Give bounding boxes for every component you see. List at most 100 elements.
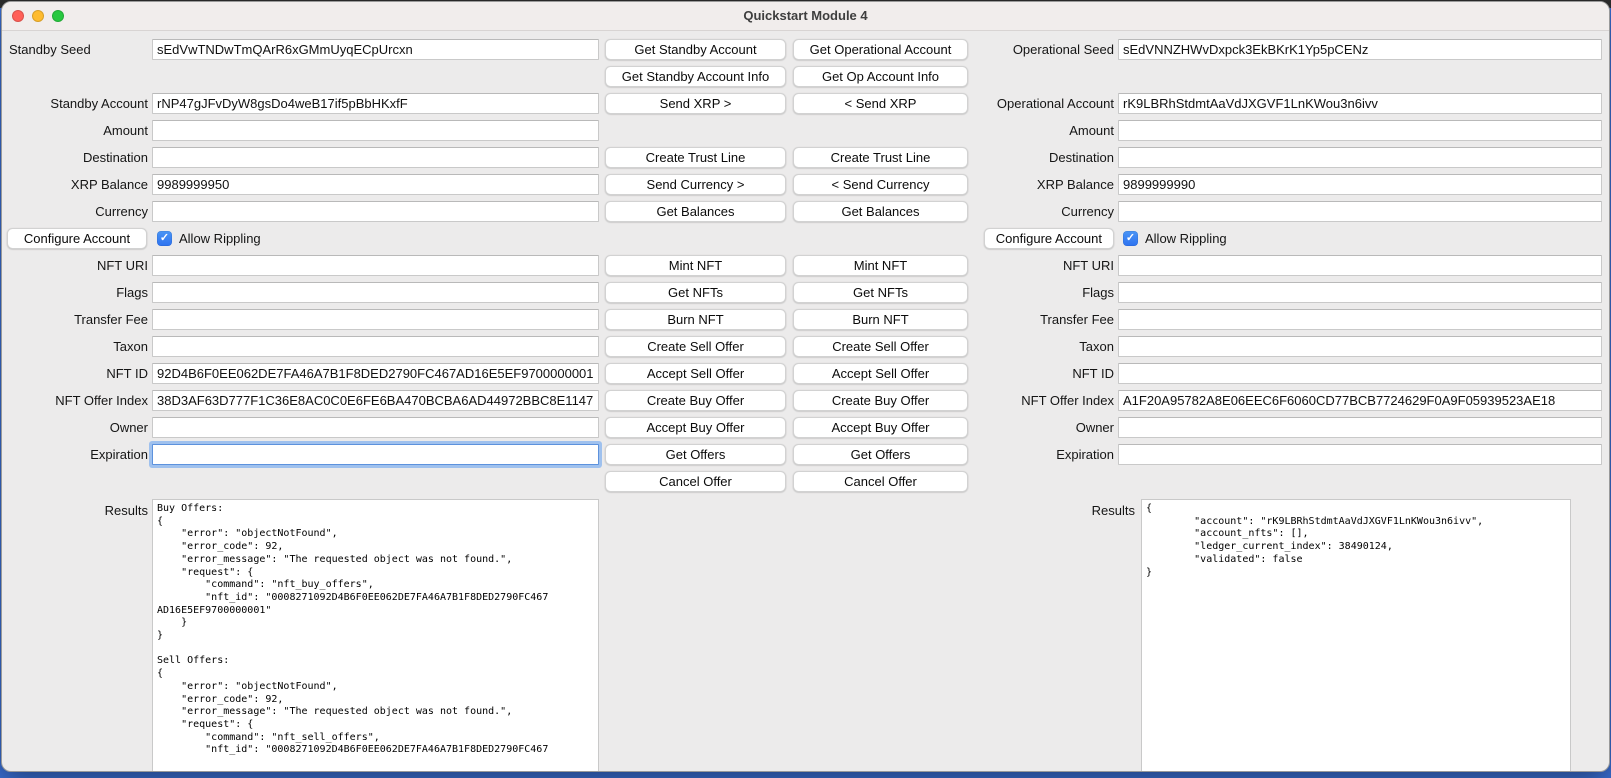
- standby-results-label: Results: [2, 503, 148, 518]
- standby-currency-input[interactable]: [152, 201, 599, 222]
- operational-transfer-fee-label: Transfer Fee: [967, 312, 1114, 327]
- standby-amount-input[interactable]: [152, 120, 599, 141]
- standby-expiration-input[interactable]: [152, 444, 599, 465]
- standby-flags-input[interactable]: [152, 282, 599, 303]
- standby-currency-label: Currency: [2, 204, 148, 219]
- standby-nft-id-input[interactable]: [152, 363, 599, 384]
- standby-get-nfts-button[interactable]: Get NFTs: [605, 282, 786, 303]
- operational-owner-label: Owner: [967, 420, 1114, 435]
- window-title: Quickstart Module 4: [2, 2, 1609, 30]
- operational-send-xrp-button[interactable]: < Send XRP: [793, 93, 968, 114]
- standby-mint-nft-button[interactable]: Mint NFT: [605, 255, 786, 276]
- operational-get-balances-button[interactable]: Get Balances: [793, 201, 968, 222]
- standby-send-currency-button[interactable]: Send Currency >: [605, 174, 786, 195]
- standby-account-label: Standby Account: [2, 96, 148, 111]
- standby-allow-rippling-checkbox[interactable]: ✓: [157, 231, 172, 246]
- operational-amount-label: Amount: [967, 123, 1114, 138]
- operational-account-input[interactable]: [1118, 93, 1602, 114]
- operational-cancel-offer-button[interactable]: Cancel Offer: [793, 471, 968, 492]
- standby-get-offers-button[interactable]: Get Offers: [605, 444, 786, 465]
- operational-amount-input[interactable]: [1118, 120, 1602, 141]
- app-window: Quickstart Module 4 Standby Seed Standby…: [1, 1, 1610, 772]
- operational-nft-offer-index-label: NFT Offer Index: [967, 393, 1114, 408]
- standby-send-xrp-button[interactable]: Send XRP >: [605, 93, 786, 114]
- standby-destination-input[interactable]: [152, 147, 599, 168]
- standby-seed-input[interactable]: [152, 39, 599, 60]
- operational-expiration-label: Expiration: [967, 447, 1114, 462]
- standby-amount-label: Amount: [2, 123, 148, 138]
- standby-panel: Standby Seed Standby Account Amount Dest…: [2, 36, 599, 495]
- standby-nft-offer-index-label: NFT Offer Index: [2, 393, 148, 408]
- operational-account-label: Operational Account: [967, 96, 1114, 111]
- operational-mint-nft-button[interactable]: Mint NFT: [793, 255, 968, 276]
- standby-accept-buy-offer-button[interactable]: Accept Buy Offer: [605, 417, 786, 438]
- operational-accept-buy-offer-button[interactable]: Accept Buy Offer: [793, 417, 968, 438]
- operational-destination-label: Destination: [967, 150, 1114, 165]
- standby-xrp-balance-label: XRP Balance: [2, 177, 148, 192]
- operational-nft-uri-label: NFT URI: [967, 258, 1114, 273]
- operational-send-currency-button[interactable]: < Send Currency: [793, 174, 968, 195]
- standby-seed-label: Standby Seed: [2, 42, 148, 57]
- operational-flags-label: Flags: [967, 285, 1114, 300]
- operational-results-label: Results: [967, 503, 1135, 518]
- operational-allow-rippling-label: Allow Rippling: [1145, 231, 1227, 246]
- standby-xrp-balance-input[interactable]: [152, 174, 599, 195]
- standby-accept-sell-offer-button[interactable]: Accept Sell Offer: [605, 363, 786, 384]
- standby-owner-input[interactable]: [152, 417, 599, 438]
- standby-nft-offer-index-input[interactable]: [152, 390, 599, 411]
- standby-flags-label: Flags: [2, 285, 148, 300]
- operational-currency-label: Currency: [967, 204, 1114, 219]
- get-standby-account-button[interactable]: Get Standby Account: [605, 39, 786, 60]
- standby-nft-uri-input[interactable]: [152, 255, 599, 276]
- operational-create-buy-offer-button[interactable]: Create Buy Offer: [793, 390, 968, 411]
- standby-allow-rippling-label: Allow Rippling: [179, 231, 261, 246]
- operational-create-sell-offer-button[interactable]: Create Sell Offer: [793, 336, 968, 357]
- operational-nft-uri-input[interactable]: [1118, 255, 1602, 276]
- standby-transfer-fee-input[interactable]: [152, 309, 599, 330]
- standby-burn-nft-button[interactable]: Burn NFT: [605, 309, 786, 330]
- get-standby-account-info-button[interactable]: Get Standby Account Info: [605, 66, 786, 87]
- operational-xrp-balance-label: XRP Balance: [967, 177, 1114, 192]
- standby-nft-uri-label: NFT URI: [2, 258, 148, 273]
- operational-panel: Operational Seed Operational Account Amo…: [967, 36, 1602, 495]
- operational-results-text[interactable]: { "account": "rK9LBRhStdmtAaVdJXGVF1LnKW…: [1141, 499, 1571, 771]
- operational-accept-sell-offer-button[interactable]: Accept Sell Offer: [793, 363, 968, 384]
- standby-create-buy-offer-button[interactable]: Create Buy Offer: [605, 390, 786, 411]
- operational-taxon-input[interactable]: [1118, 336, 1602, 357]
- operational-nft-id-input[interactable]: [1118, 363, 1602, 384]
- get-op-account-info-button[interactable]: Get Op Account Info: [793, 66, 968, 87]
- operational-burn-nft-button[interactable]: Burn NFT: [793, 309, 968, 330]
- standby-create-sell-offer-button[interactable]: Create Sell Offer: [605, 336, 786, 357]
- standby-transfer-fee-label: Transfer Fee: [2, 312, 148, 327]
- operational-currency-input[interactable]: [1118, 201, 1602, 222]
- operational-nft-offer-index-input[interactable]: [1118, 390, 1602, 411]
- operational-transfer-fee-input[interactable]: [1118, 309, 1602, 330]
- operational-allow-rippling-checkbox[interactable]: ✓: [1123, 231, 1138, 246]
- operational-create-trust-line-button[interactable]: Create Trust Line: [793, 147, 968, 168]
- standby-results-text[interactable]: Buy Offers: { "error": "objectNotFound",…: [152, 499, 599, 771]
- standby-account-input[interactable]: [152, 93, 599, 114]
- standby-expiration-label: Expiration: [2, 447, 148, 462]
- operational-destination-input[interactable]: [1118, 147, 1602, 168]
- get-operational-account-button[interactable]: Get Operational Account: [793, 39, 968, 60]
- standby-taxon-input[interactable]: [152, 336, 599, 357]
- standby-taxon-label: Taxon: [2, 339, 148, 354]
- main-content: Standby Seed Standby Account Amount Dest…: [2, 31, 1609, 771]
- standby-create-trust-line-button[interactable]: Create Trust Line: [605, 147, 786, 168]
- action-buttons-panel: Get Standby Account Get Operational Accou…: [605, 36, 968, 495]
- operational-expiration-input[interactable]: [1118, 444, 1602, 465]
- standby-configure-account-button[interactable]: Configure Account: [7, 228, 147, 249]
- operational-flags-input[interactable]: [1118, 282, 1602, 303]
- operational-owner-input[interactable]: [1118, 417, 1602, 438]
- operational-nft-id-label: NFT ID: [967, 366, 1114, 381]
- operational-configure-account-button[interactable]: Configure Account: [984, 228, 1114, 249]
- operational-xrp-balance-input[interactable]: [1118, 174, 1602, 195]
- standby-cancel-offer-button[interactable]: Cancel Offer: [605, 471, 786, 492]
- operational-get-nfts-button[interactable]: Get NFTs: [793, 282, 968, 303]
- titlebar: Quickstart Module 4: [2, 2, 1609, 31]
- standby-get-balances-button[interactable]: Get Balances: [605, 201, 786, 222]
- operational-get-offers-button[interactable]: Get Offers: [793, 444, 968, 465]
- operational-seed-input[interactable]: [1118, 39, 1602, 60]
- operational-taxon-label: Taxon: [967, 339, 1114, 354]
- operational-seed-label: Operational Seed: [967, 42, 1114, 57]
